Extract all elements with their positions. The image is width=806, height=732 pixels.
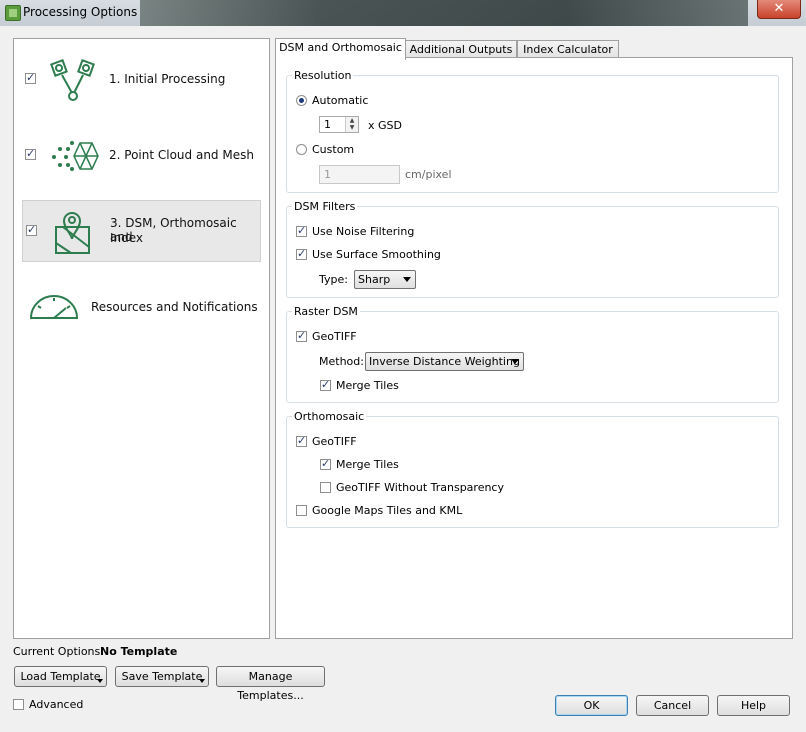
cancel-button[interactable]: Cancel [636,695,709,716]
gsd-value: 1 [324,118,331,131]
step-dsm-orthomosaic[interactable]: 3. DSM, Orthomosaic and Index [22,200,261,262]
step-resources[interactable]: Resources and Notifications [22,276,259,336]
raster-merge-tiles-option[interactable]: Merge Tiles [320,378,399,392]
custom-radio[interactable] [296,144,307,155]
step-3-label-line2: Index [110,231,144,245]
save-template-label: Save Template [121,670,203,683]
title-bar: Processing Options ✕ [0,0,806,26]
initial-processing-icon [50,59,95,101]
app-icon [5,5,21,21]
step-point-cloud[interactable]: 2. Point Cloud and Mesh [22,125,259,185]
no-transparency-label: GeoTIFF Without Transparency [336,481,504,494]
step-2-label: 2. Point Cloud and Mesh [109,148,254,162]
noise-filtering-checkbox[interactable] [296,224,307,237]
custom-label: Custom [312,143,355,156]
dropdown-arrow-icon [199,679,205,683]
noise-filtering-label: Use Noise Filtering [312,225,415,238]
ortho-geotiff-option[interactable]: GeoTIFF [296,434,357,448]
step-1-label: 1. Initial Processing [109,72,226,86]
google-maps-label: Google Maps Tiles and KML [312,504,463,517]
step-3-checkbox[interactable] [26,223,37,236]
custom-unit-label: cm/pixel [405,168,452,181]
load-template-button[interactable]: Load Template [14,666,107,687]
method-value: Inverse Distance Weighting [369,355,520,368]
close-button[interactable]: ✕ [757,0,801,19]
gsd-unit-label: x GSD [368,119,402,132]
raster-geotiff-label: GeoTIFF [312,330,357,343]
tab-dsm-orthomosaic[interactable]: DSM and Orthomosaic [275,38,406,60]
ortho-geotiff-checkbox[interactable] [296,434,307,447]
ortho-merge-tiles-checkbox[interactable] [320,457,331,470]
step-initial-processing[interactable]: 1. Initial Processing [22,49,259,109]
advanced-option[interactable]: Advanced [13,698,83,711]
type-label: Type: [319,273,348,286]
smoothing-type-dropdown[interactable]: Sharp [354,270,416,289]
raster-dsm-title: Raster DSM [292,305,360,318]
orthomosaic-title: Orthomosaic [292,410,367,423]
load-template-label: Load Template [20,670,101,683]
automatic-radio[interactable] [296,95,307,106]
dsm-filters-title: DSM Filters [292,200,358,213]
ortho-geotiff-label: GeoTIFF [312,435,357,448]
raster-merge-tiles-label: Merge Tiles [336,379,399,392]
resolution-title: Resolution [292,69,354,82]
gauge-icon [29,295,79,319]
surface-smoothing-option[interactable]: Use Surface Smoothing [296,247,441,261]
background-window [140,0,748,26]
manage-templates-button[interactable]: Manage Templates... [216,666,325,702]
steps-panel: 1. Initial Processing 2. Point Cloud and… [13,38,270,639]
raster-merge-tiles-checkbox[interactable] [320,378,331,391]
custom-resolution-input: 1 [319,165,400,184]
ortho-merge-tiles-option[interactable]: Merge Tiles [320,457,399,471]
step-1-checkbox[interactable] [25,71,36,84]
spin-arrows-icon[interactable]: ▲ ▼ [345,117,358,132]
current-options-label: Current Options: [13,645,104,658]
method-dropdown[interactable]: Inverse Distance Weighting [365,352,524,371]
surface-smoothing-label: Use Surface Smoothing [312,248,441,261]
map-icon [55,212,90,254]
dropdown-arrow-icon [511,359,519,364]
automatic-label: Automatic [312,94,369,107]
dropdown-arrow-icon [97,679,103,683]
automatic-option[interactable]: Automatic [296,94,368,107]
raster-geotiff-option[interactable]: GeoTIFF [296,329,357,343]
method-label: Method: [319,355,364,368]
surface-smoothing-checkbox[interactable] [296,247,307,260]
advanced-label: Advanced [29,698,84,711]
window-title: Processing Options [23,5,138,19]
point-cloud-icon [52,141,99,171]
gsd-spinbox[interactable]: 1 ▲ ▼ [319,116,359,133]
step-4-label: Resources and Notifications [91,300,258,314]
current-options-value: No Template [100,645,178,658]
google-maps-option[interactable]: Google Maps Tiles and KML [296,504,462,517]
help-button[interactable]: Help [717,695,790,716]
no-transparency-checkbox[interactable] [320,482,331,493]
dropdown-arrow-icon [403,277,411,282]
raster-geotiff-checkbox[interactable] [296,329,307,342]
step-2-checkbox[interactable] [25,147,36,160]
ok-button[interactable]: OK [555,695,628,716]
ortho-merge-tiles-label: Merge Tiles [336,458,399,471]
advanced-checkbox[interactable] [13,699,24,710]
noise-filtering-option[interactable]: Use Noise Filtering [296,224,415,238]
save-template-button[interactable]: Save Template [115,666,209,687]
no-transparency-option[interactable]: GeoTIFF Without Transparency [320,481,504,494]
smoothing-type-value: Sharp [358,273,391,286]
google-maps-checkbox[interactable] [296,505,307,516]
custom-option[interactable]: Custom [296,143,354,156]
